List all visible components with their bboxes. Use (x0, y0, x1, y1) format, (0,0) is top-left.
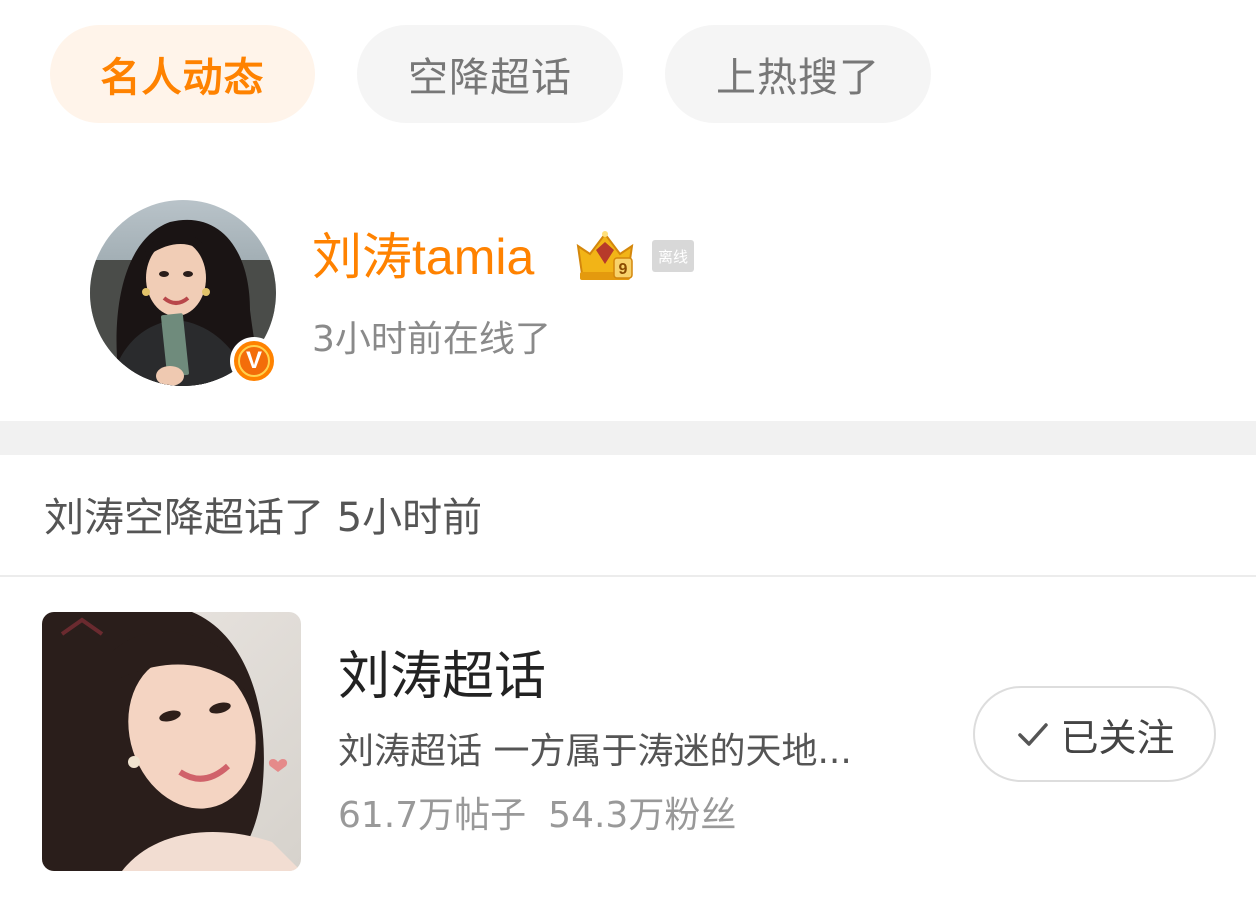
tab-trending[interactable]: 上热搜了 (665, 25, 931, 123)
verified-v-label: V (238, 345, 270, 377)
crown-level-icon: 9 (572, 228, 638, 284)
topic-title[interactable]: 刘涛超话 (338, 642, 546, 712)
topic-description: 刘涛超话 一方属于涛迷的天地... (338, 731, 852, 772)
tab-airdrop-supertopic[interactable]: 空降超话 (357, 25, 623, 123)
follow-button-label: 已关注 (1060, 715, 1175, 760)
user-name[interactable]: 刘涛tamia (312, 222, 534, 292)
online-time: 3小时前在线了 (312, 319, 551, 360)
activity-text: 刘涛空降超话了 5小时前 (44, 495, 483, 541)
status-badge: 离线 (652, 240, 694, 272)
crown-level-number: 9 (619, 261, 628, 278)
section-divider (0, 421, 1256, 455)
topic-posts-count: 61.7万帖子 (338, 795, 527, 836)
topic-stats: 61.7万帖子 54.3万粉丝 (338, 788, 736, 844)
topic-fans-count: 54.3万粉丝 (548, 795, 737, 836)
tab-celebrity-news[interactable]: 名人动态 (50, 25, 315, 123)
follow-button[interactable]: 已关注 (973, 686, 1216, 782)
topic-cover-image[interactable] (42, 612, 301, 871)
check-icon (1018, 723, 1049, 746)
tab-bar: 名人动态 空降超话 上热搜了 (0, 0, 1256, 150)
verified-v-icon: V (230, 337, 278, 385)
divider (0, 575, 1256, 577)
